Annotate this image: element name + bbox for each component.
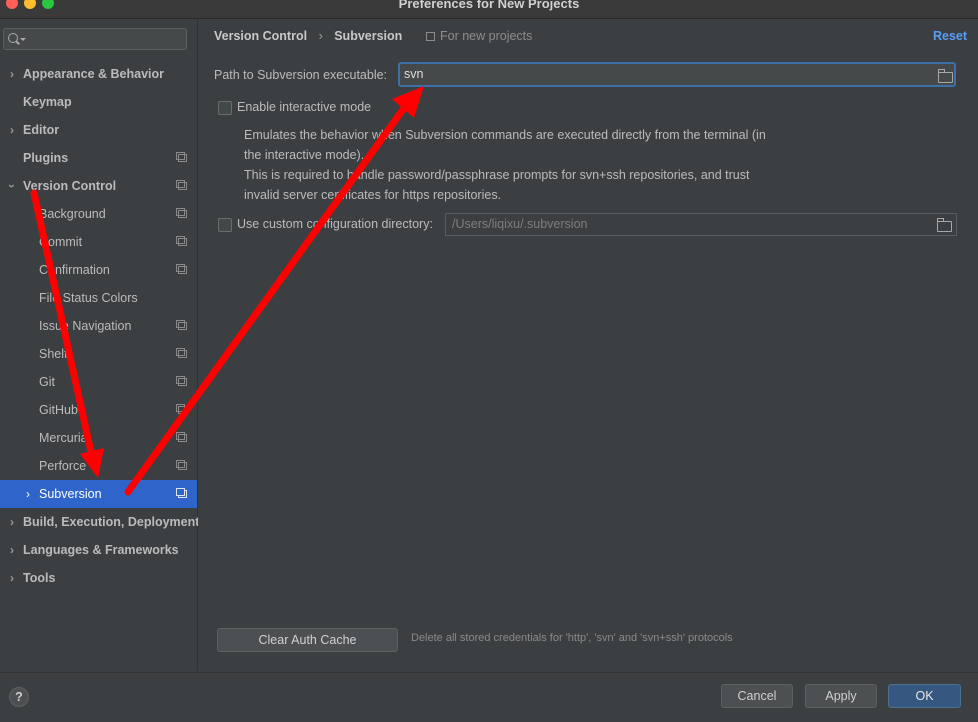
- custom-config-value: /Users/liqixu/.subversion: [452, 217, 588, 231]
- description-line: the interactive mode).: [244, 148, 365, 162]
- project-settings-icon: [176, 404, 187, 414]
- svn-path-value: svn: [404, 67, 424, 81]
- chevron-right-icon[interactable]: ›: [7, 564, 17, 592]
- sidebar-item-shelf[interactable]: Shelf: [0, 340, 197, 368]
- sidebar-item-label: Languages & Frameworks: [23, 543, 179, 557]
- project-settings-icon: [426, 32, 435, 41]
- project-settings-icon: [176, 236, 187, 246]
- custom-config-label: Use custom configuration directory:: [237, 217, 433, 231]
- sidebar-item-subversion[interactable]: › Subversion: [0, 480, 197, 508]
- scope-label: For new projects: [440, 29, 533, 43]
- sidebar-item-build-execution-deployment[interactable]: › Build, Execution, Deployment: [0, 508, 200, 536]
- sidebar-item-label: Shelf: [39, 347, 68, 361]
- chevron-right-icon[interactable]: ›: [7, 116, 17, 144]
- path-label: Path to Subversion executable:: [214, 68, 388, 82]
- sidebar-item-label: Appearance & Behavior: [23, 67, 165, 81]
- help-button[interactable]: ?: [9, 687, 29, 707]
- interactive-mode-checkbox[interactable]: [218, 101, 232, 115]
- sidebar-item-label: Tools: [23, 571, 56, 585]
- cancel-button[interactable]: Cancel: [721, 684, 793, 708]
- clear-auth-cache-button[interactable]: Clear Auth Cache: [217, 628, 398, 652]
- breadcrumb-separator-icon: ›: [318, 29, 323, 43]
- sidebar-item-background[interactable]: Background: [0, 200, 197, 228]
- chevron-right-icon[interactable]: ›: [7, 508, 17, 536]
- clear-auth-cache-hint: Delete all stored credentials for 'http'…: [411, 632, 733, 644]
- sidebar-item-issue-navigation[interactable]: Issue Navigation: [0, 312, 197, 340]
- custom-config-checkbox[interactable]: [218, 218, 232, 232]
- sidebar-item-commit[interactable]: Commit: [0, 228, 197, 256]
- settings-sidebar: › Appearance & Behavior Keymap › Editor …: [0, 19, 200, 671]
- sidebar-item-label: Subversion: [39, 487, 102, 501]
- sidebar-item-git[interactable]: Git: [0, 368, 197, 396]
- project-settings-icon: [176, 348, 187, 358]
- project-settings-icon: [176, 460, 187, 470]
- scope-indicator: For new projects: [426, 29, 532, 43]
- description-line: Emulates the behavior when Subversion co…: [244, 128, 766, 142]
- sidebar-item-label: Git: [39, 375, 55, 389]
- search-icon: [8, 33, 18, 43]
- sidebar-item-tools[interactable]: › Tools: [0, 564, 197, 592]
- folder-icon[interactable]: [937, 218, 952, 232]
- sidebar-item-perforce[interactable]: Perforce: [0, 452, 197, 480]
- sidebar-item-mercurial[interactable]: Mercurial: [0, 424, 197, 452]
- project-settings-icon: [176, 488, 187, 498]
- sidebar-item-appearance-behavior[interactable]: › Appearance & Behavior: [0, 60, 197, 88]
- project-settings-icon: [176, 208, 187, 218]
- project-settings-icon: [176, 152, 187, 162]
- description-line: invalid server certificates for https re…: [244, 188, 502, 202]
- breadcrumb-current: Subversion: [334, 29, 403, 43]
- interactive-mode-description: Emulates the behavior when Subversion co…: [244, 125, 784, 205]
- sidebar-item-label: Build, Execution, Deployment: [23, 515, 200, 529]
- sidebar-item-label: Editor: [23, 123, 60, 137]
- sidebar-item-keymap[interactable]: Keymap: [0, 88, 197, 116]
- chevron-right-icon[interactable]: ›: [7, 60, 17, 88]
- settings-search-input[interactable]: [3, 28, 187, 50]
- dialog-footer: ? Cancel Apply OK: [0, 672, 978, 722]
- chevron-down-icon[interactable]: [20, 38, 26, 41]
- sidebar-item-label: Perforce: [39, 459, 87, 473]
- chevron-right-icon[interactable]: ›: [7, 536, 17, 564]
- sidebar-item-label: Confirmation: [39, 263, 110, 277]
- folder-icon[interactable]: [938, 69, 953, 83]
- project-settings-icon: [176, 264, 187, 274]
- ok-button[interactable]: OK: [888, 684, 961, 708]
- apply-button[interactable]: Apply: [805, 684, 877, 708]
- sidebar-item-label: GitHub: [39, 403, 78, 417]
- sidebar-item-label: Background: [39, 207, 106, 221]
- sidebar-item-label: Keymap: [23, 95, 72, 109]
- sidebar-item-label: Plugins: [23, 151, 69, 165]
- custom-config-directory-input[interactable]: /Users/liqixu/.subversion: [445, 213, 957, 236]
- sidebar-item-label: Commit: [39, 235, 83, 249]
- sidebar-item-label: Mercurial: [39, 431, 91, 445]
- breadcrumb-parent[interactable]: Version Control: [214, 29, 307, 43]
- sidebar-item-version-control[interactable]: › Version Control: [0, 172, 197, 200]
- project-settings-icon: [176, 376, 187, 386]
- project-settings-icon: [176, 320, 187, 330]
- description-line: This is required to handle password/pass…: [244, 168, 750, 182]
- sidebar-item-label: Version Control: [23, 179, 117, 193]
- chevron-right-icon[interactable]: ›: [23, 480, 33, 508]
- sidebar-item-label: Issue Navigation: [39, 319, 132, 333]
- sidebar-item-file-status-colors[interactable]: File Status Colors: [0, 284, 197, 312]
- reset-link[interactable]: Reset: [933, 29, 967, 43]
- breadcrumb: Version Control › Subversion: [214, 29, 410, 43]
- settings-content-panel: Version Control › Subversion For new pro…: [198, 19, 978, 671]
- project-settings-icon: [176, 432, 187, 442]
- sidebar-item-plugins[interactable]: Plugins: [0, 144, 197, 172]
- window-title: Preferences for New Projects: [398, 0, 580, 11]
- sidebar-item-languages-frameworks[interactable]: › Languages & Frameworks: [0, 536, 197, 564]
- sidebar-item-editor[interactable]: › Editor: [0, 116, 197, 144]
- project-settings-icon: [176, 180, 187, 190]
- svn-path-input[interactable]: svn: [398, 62, 956, 87]
- sidebar-item-github[interactable]: GitHub: [0, 396, 197, 424]
- interactive-mode-label: Enable interactive mode: [237, 100, 372, 114]
- sidebar-item-confirmation[interactable]: Confirmation: [0, 256, 197, 284]
- title-bar: Preferences for New Projects: [0, 0, 978, 19]
- sidebar-item-label: File Status Colors: [39, 291, 138, 305]
